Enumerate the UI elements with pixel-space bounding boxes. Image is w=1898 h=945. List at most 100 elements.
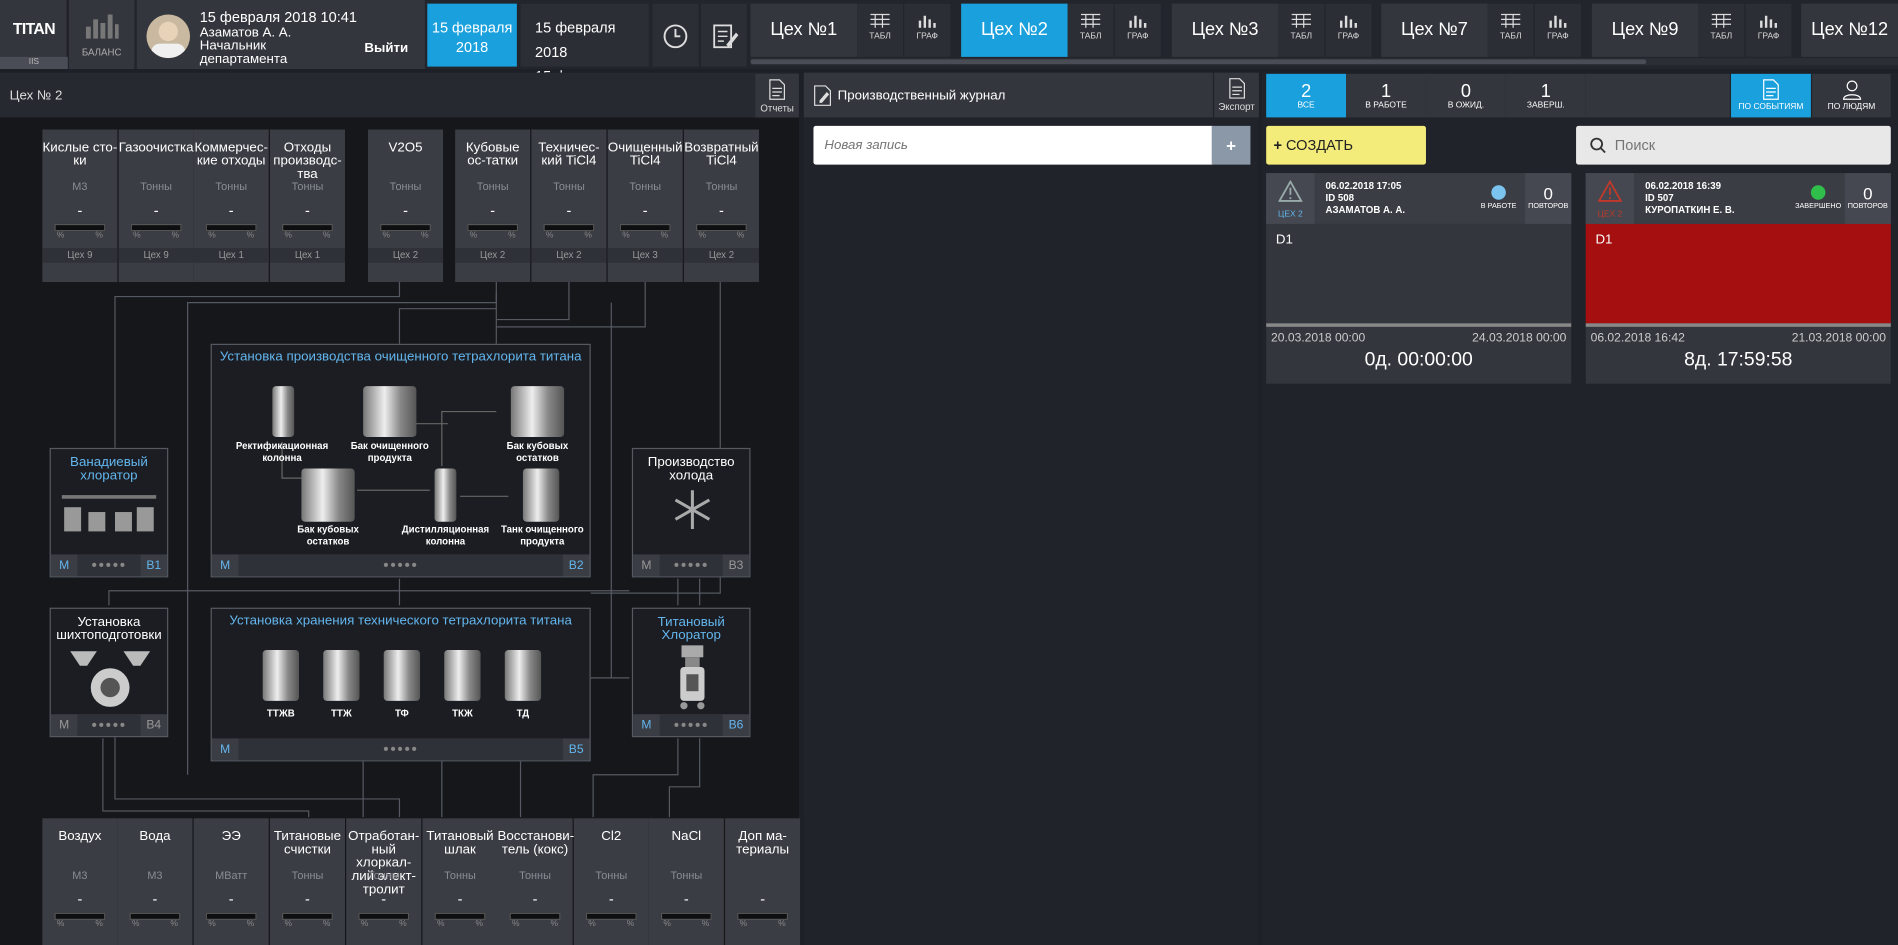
snowflake-icon [674,490,711,529]
tab-shop-2-table[interactable]: ТАБЛ [1067,3,1114,57]
unit-b5[interactable]: Установка хранения технического тетрахло… [210,607,591,762]
material-card[interactable]: Воздух М3 -%% [42,818,118,945]
new-record-field[interactable] [813,125,1213,165]
view-by-events-button[interactable]: ПО СОБЫТИЯМ [1731,73,1811,118]
date-range[interactable]: 15 февраля 201815 февраля 2018 [520,3,649,109]
material-card[interactable]: Восстанови-тель (кокс) Тонны -%% [497,818,574,945]
add-record-button[interactable]: + [1211,125,1251,165]
percent-label: % [469,231,478,240]
material-unit: М3 [147,869,163,882]
unit-code: В2 [568,558,584,572]
filter-pending[interactable]: 0В ОЖИД. [1425,73,1506,118]
edit-button[interactable] [700,3,747,67]
scrollbar-thumb[interactable] [750,59,1647,65]
material-card[interactable]: Возвратный TiCl4 Тонны -%% Цех 2 [683,129,759,283]
material-card[interactable]: Кубовые ос-татки Тонны -%% Цех 2 [455,129,531,283]
unit-b6[interactable]: Титановый Хлоратор М ●●●●● В6 [631,607,751,738]
event-dates: 20.03.2018 00:00 24.03.2018 00:00 [1266,327,1571,345]
filter-all[interactable]: 2 ВСЕ [1266,73,1347,118]
tab-shop-3-table[interactable]: ТАБЛ [1278,3,1325,57]
unit-b3[interactable]: Производство холода М ●●●●● В3 [631,447,751,578]
tank-icon [272,386,295,437]
event-card[interactable]: ЦЕХ 2 06.02.2018 17:05 ID 508 АЗАМАТОВ А. А… [1266,173,1572,384]
unit-b1[interactable]: Ванадиевый хлоратор М ●●●●● В1 [49,447,169,578]
reports-button[interactable]: Отчеты [755,73,799,118]
current-datetime: 15 февраля 2018 10:41 [199,8,357,26]
tab-shop-9-graph[interactable]: ГРАФ [1745,3,1792,57]
user-panel: 15 февраля 2018 10:41 Азаматов А. А. Нач… [136,0,425,69]
material-card[interactable]: Титановый шлак Тонны -%% [422,818,498,945]
logout-button[interactable]: Выйти [364,41,408,56]
tab-shop-1[interactable]: Цех №1 [750,3,858,57]
tab-shop-7-table[interactable]: ТАБЛ [1487,3,1534,57]
material-card[interactable]: Газоочистка Тонны -%% Цех 9 [118,129,194,283]
export-icon [1228,78,1245,99]
material-card[interactable]: NaCl Тонны -%% [648,818,724,945]
export-button[interactable]: Экспорт [1214,72,1259,118]
level-bar [358,912,410,920]
view-by-people-button[interactable]: ПО ЛЮДЯМ [1812,73,1891,118]
shop-ref: Цех 2 [531,248,607,263]
tab-shop-7-graph[interactable]: ГРАФ [1534,3,1581,57]
material-card[interactable]: Техничес-кий TiCl4 Тонны -%% Цех 2 [531,129,607,283]
date-selected-button[interactable]: 15 февраля 2018 [427,3,517,67]
table-label: ТАБЛ [1710,32,1733,42]
tab-shop-9-table[interactable]: ТАБЛ [1698,3,1745,57]
material-name: Техничес-кий TiCl4 [538,140,600,169]
material-card[interactable]: Коммерчес-кие отходы Тонны -%% Цех 1 [193,129,269,283]
level-bar [282,912,333,920]
material-card[interactable]: Кислые сто-ки М3 -%% Цех 9 [42,129,118,283]
tab-label: Цех №9 [1611,19,1679,40]
percent-label: % [736,231,745,240]
material-card[interactable]: Доп ма-териалы -%% [725,818,801,945]
event-end: 24.03.2018 00:00 [1472,331,1567,345]
tab-shop-2-graph[interactable]: ГРАФ [1114,3,1161,57]
material-card[interactable]: Вода М3 -%% [117,818,193,945]
material-name: V2O5 [388,140,423,155]
balance-button[interactable]: БАЛАНС [68,0,135,69]
filter-done[interactable]: 1 ЗАВЕРШ. [1505,73,1586,118]
level-bar [129,912,181,920]
tab-shop-3[interactable]: Цех №3 [1171,3,1279,57]
tab-shop-3-graph[interactable]: ГРАФ [1325,3,1372,57]
material-card[interactable]: Отходы производс-тва Тонны -%% Цех 1 [269,129,345,283]
unit-b2[interactable]: Установка производства очищенного тетрах… [210,343,591,578]
stat-count: 2 [1301,81,1312,102]
material-card[interactable]: Отработан-ный хлоркал-лий элект-тролит То… [346,818,422,945]
material-card[interactable]: Cl2 Тонны -%% [573,818,649,945]
search-field[interactable] [1576,125,1891,165]
graph-label: ГРАФ [916,32,938,42]
tab-shop-1-table[interactable]: ТАБЛ [857,3,904,57]
mode-label: М [59,558,70,572]
tab-shop-12[interactable]: Цех №12 [1801,3,1898,57]
material-card[interactable]: Титановые счистки Тонны -%% [269,818,345,945]
tab-shop-9[interactable]: Цех №9 [1591,3,1699,57]
unit-b4[interactable]: Установка шихтоподготовки М ●●●●● В4 [49,607,169,738]
percent-row: %% [270,231,345,246]
filter-in-progress[interactable]: 1В РАБОТЕ [1346,73,1426,118]
by-events-label: ПО СОБЫТИЯМ [1738,102,1804,112]
unit-title: Ванадиевый хлоратор [70,455,148,483]
create-event-button[interactable]: + СОЗДАТЬ СОБЫТИЕ [1266,125,1426,192]
event-card[interactable]: ЦЕХ 2 06.02.2018 16:39 ID 507 КУРОПАТКИН Е.… [1585,173,1891,384]
logo[interactable]: TITAN IIS [0,0,68,69]
material-card[interactable]: ЭЭ МВатт -%% [193,818,269,945]
tab-shop-2[interactable]: Цех №2 [961,3,1068,57]
search-input[interactable] [1614,125,1882,165]
tab-shop-1-graph[interactable]: ГРАФ [904,3,951,57]
level-bar [619,223,671,232]
level-bar [585,912,637,920]
level-bar [380,223,431,232]
repeats-count: 0 [1863,183,1873,204]
material-card[interactable]: Очищенный TiCl4 Тонны -%% Цех 3 [607,129,683,283]
graph-label: ГРАФ [1127,32,1149,42]
new-record-input[interactable] [813,125,1213,165]
table-icon [1711,13,1732,28]
tabs-scrollbar[interactable] [750,58,1898,66]
clock-button[interactable] [652,3,699,67]
unit-title: Установка хранения технического тетрахло… [229,613,572,629]
mode-label: М [220,558,231,572]
tab-shop-7[interactable]: Цех №7 [1381,3,1488,57]
tank-label: Бак кубовых остатков [297,524,359,548]
material-card[interactable]: V2O5 Тонны -%% Цех 2 [367,129,444,283]
